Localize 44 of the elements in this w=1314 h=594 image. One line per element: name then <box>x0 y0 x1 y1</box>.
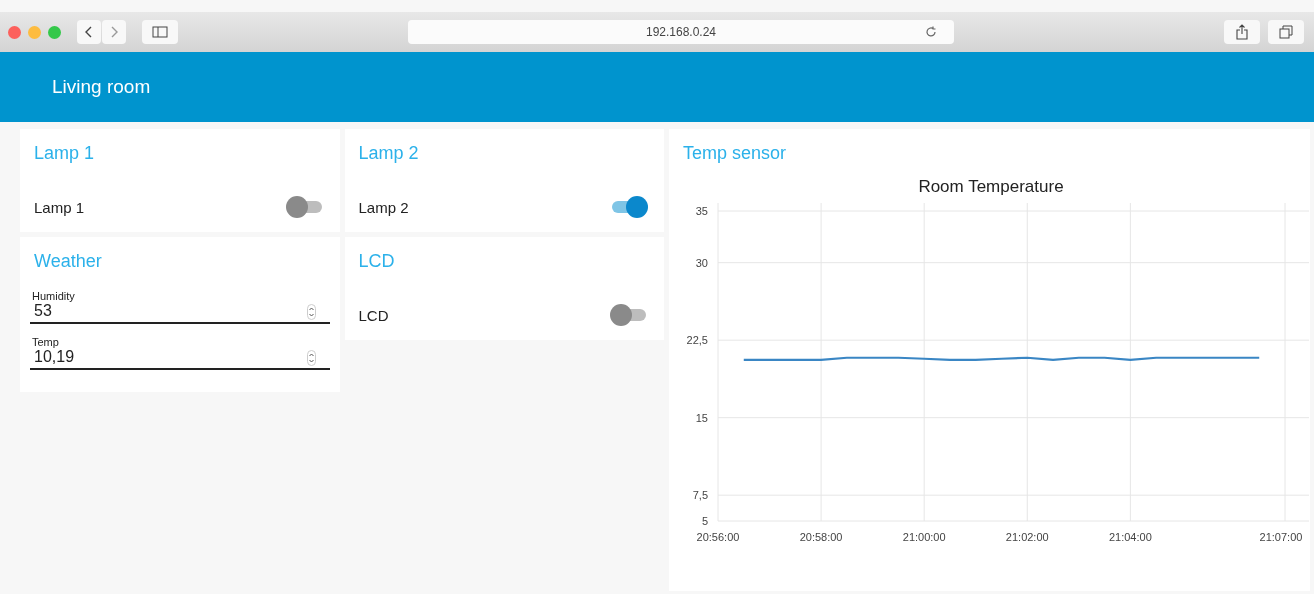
share-button[interactable] <box>1224 20 1260 44</box>
switch-label: Lamp 2 <box>358 198 409 216</box>
tabs-icon <box>1279 25 1293 39</box>
switch-label: Lamp 1 <box>34 198 85 216</box>
page-title: Living room <box>52 76 151 98</box>
group-title: Weather <box>34 251 103 272</box>
y-tick-label: 15 <box>695 411 708 424</box>
y-tick-label: 7,5 <box>692 489 708 502</box>
y-tick-label: 35 <box>695 205 708 217</box>
toggle-switch[interactable] <box>610 196 648 218</box>
toggle-switch[interactable] <box>285 196 324 218</box>
y-tick-label: 22,5 <box>686 334 708 347</box>
x-tick-label: 21:02:00 <box>1005 531 1049 543</box>
x-tick-label: 21:07:00 <box>1259 531 1303 543</box>
sidebar-button[interactable] <box>142 20 178 44</box>
share-icon <box>1236 24 1248 40</box>
spinner-icon[interactable] <box>306 350 316 366</box>
chevron-left-icon <box>84 25 94 39</box>
x-tick-label: 21:04:00 <box>1108 531 1152 543</box>
x-tick-label: 20:58:00 <box>799 531 843 543</box>
y-tick-label: 5 <box>701 515 708 527</box>
number-field[interactable]: Humidity 53 <box>30 290 330 324</box>
tabs-button[interactable] <box>1268 20 1304 44</box>
number-field[interactable]: Temp 10,19 <box>30 336 330 370</box>
switch-label: LCD <box>358 306 389 324</box>
toggle-switch[interactable] <box>610 304 648 326</box>
chart-title: Room Temperature <box>918 177 1064 196</box>
group-title: Lamp 1 <box>34 143 96 164</box>
group-title: Lamp 2 <box>358 143 420 164</box>
zoom-window-icon[interactable] <box>48 25 61 39</box>
x-tick-label: 20:56:00 <box>696 531 740 543</box>
reload-icon[interactable] <box>924 25 938 39</box>
back-button[interactable] <box>77 20 101 44</box>
forward-button[interactable] <box>102 20 126 44</box>
y-tick-label: 30 <box>695 256 708 269</box>
minimize-window-icon[interactable] <box>28 25 41 39</box>
group-title: LCD <box>358 251 396 272</box>
sidebar-icon <box>152 26 168 38</box>
group-title: Temp sensor <box>682 143 788 164</box>
close-window-icon[interactable] <box>8 25 21 39</box>
chevron-right-icon <box>109 25 119 39</box>
spinner-icon[interactable] <box>306 304 316 320</box>
x-tick-label: 21:00:00 <box>902 531 946 543</box>
address-bar[interactable]: 192.168.0.24 <box>408 20 954 44</box>
